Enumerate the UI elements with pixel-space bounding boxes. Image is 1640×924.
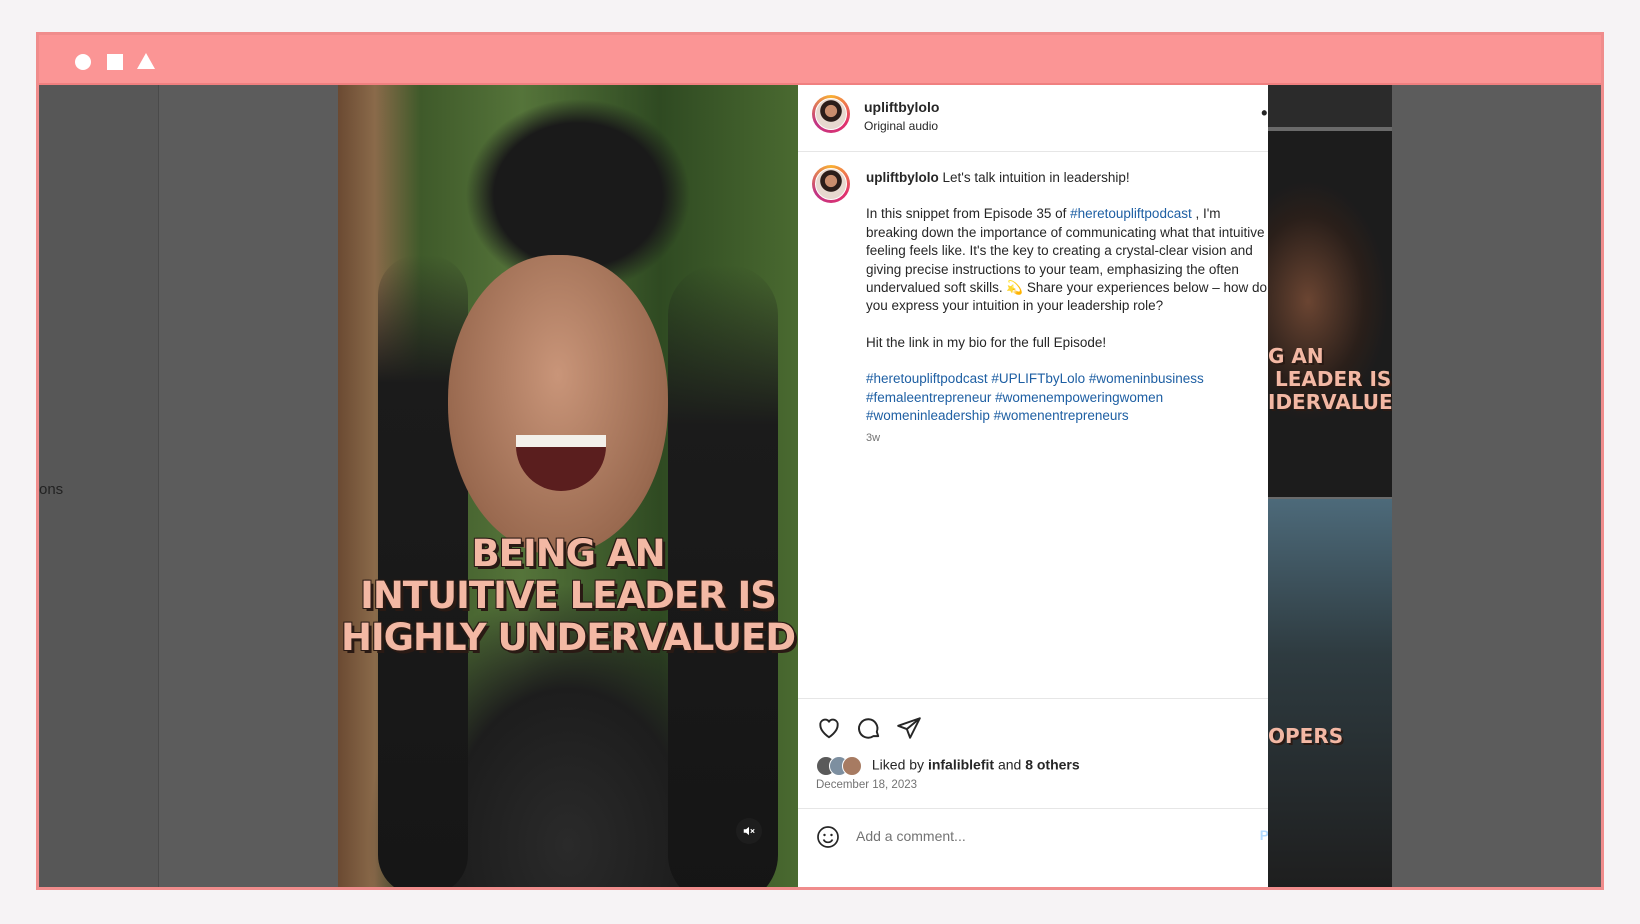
hashtag-link[interactable]: #womenentrepreneurs (994, 408, 1129, 423)
post-date[interactable]: December 18, 2023 (816, 779, 917, 791)
post-header: upliftbylolo Original audio ••• (798, 85, 1305, 152)
post-caption: upliftbylolo Let's talk intuition in lea… (866, 169, 1276, 448)
comment-input[interactable]: Add a comment... (856, 828, 966, 844)
app-window: ons BEING AN INTUITIVE LEADER IS HIGHLY … (36, 32, 1604, 890)
hashtag-link[interactable]: #femaleentrepreneur (866, 390, 991, 405)
video-caption-line: INTUITIVE LEADER IS (360, 574, 777, 617)
comment-bar: Add a comment... Post (798, 808, 1305, 887)
caption-username[interactable]: upliftbylolo (866, 170, 939, 185)
video-caption: BEING AN INTUITIVE LEADER IS HIGHLY UNDE… (338, 533, 798, 659)
muted-speaker-icon[interactable] (736, 818, 762, 844)
share-icon[interactable] (896, 715, 922, 741)
liker-username[interactable]: infaliblefit (928, 757, 994, 773)
likes-middle: and (994, 756, 1026, 773)
window-close-icon[interactable] (75, 54, 91, 70)
reel-thumbnail[interactable]: OPERS (1268, 499, 1392, 887)
window-minimize-icon[interactable] (137, 53, 155, 69)
page-content: ons BEING AN INTUITIVE LEADER IS HIGHLY … (39, 85, 1601, 887)
audio-label[interactable]: Original audio (864, 119, 938, 133)
avatar[interactable] (812, 95, 850, 133)
video-caption-line: HIGHLY UNDERVALUED (340, 616, 796, 659)
post-time-ago[interactable]: 3w (866, 429, 1276, 447)
caption-intro: Let's talk intuition in leadership! (942, 170, 1130, 185)
liker-avatars[interactable] (816, 756, 868, 776)
reel-thumbnail[interactable] (1268, 85, 1392, 131)
likes-summary: Liked by infaliblefit and 8 others (816, 756, 1080, 776)
reel-thumbnail[interactable]: G AN LEADER IS IDERVALUED (1268, 131, 1392, 501)
hashtag-link[interactable]: #womeninbusiness (1089, 371, 1204, 386)
heart-icon[interactable] (816, 715, 842, 741)
adjacent-reels: G AN LEADER IS IDERVALUED OPERS (1268, 85, 1392, 887)
sidebar-partial-label: ons (39, 481, 64, 498)
avatar (842, 756, 862, 776)
likes-prefix: Liked by (871, 756, 928, 773)
emoji-icon[interactable] (816, 825, 839, 848)
reel-video[interactable]: BEING AN INTUITIVE LEADER IS HIGHLY UNDE… (338, 85, 798, 887)
thumbnail-caption: OPERS (1268, 724, 1344, 748)
title-bar (39, 35, 1601, 85)
likes-others[interactable]: 8 others (1025, 757, 1079, 773)
caption-text: , I'm breaking down the importance of co… (866, 206, 1268, 314)
window-maximize-icon[interactable] (107, 54, 123, 70)
video-caption-line: BEING AN (471, 532, 665, 575)
thumbnail-caption: G AN LEADER IS IDERVALUED (1268, 344, 1392, 414)
avatar[interactable] (812, 165, 850, 203)
comment-icon[interactable] (856, 715, 882, 741)
hashtag-link[interactable]: #heretoupliftpodcast (866, 371, 988, 386)
hashtag-link[interactable]: #UPLIFTbyLolo (991, 371, 1085, 386)
action-bar: Liked by infaliblefit and 8 others Decem… (798, 698, 1305, 809)
video-frame-detail (448, 255, 668, 555)
hashtag-list: #heretoupliftpodcast #UPLIFTbyLolo #wome… (866, 370, 1276, 425)
hashtag-link[interactable]: #womenempoweringwomen (995, 390, 1163, 405)
post-panel: upliftbylolo Original audio ••• upliftby… (798, 85, 1305, 887)
hashtag-link[interactable]: #womeninleadership (866, 408, 990, 423)
caption-text: In this snippet from Episode 35 of (866, 206, 1071, 222)
post-username[interactable]: upliftbylolo (864, 99, 939, 115)
hashtag-link[interactable]: #heretoupliftpodcast (1070, 206, 1192, 221)
caption-text: Hit the link in my bio for the full Epis… (866, 334, 1107, 350)
